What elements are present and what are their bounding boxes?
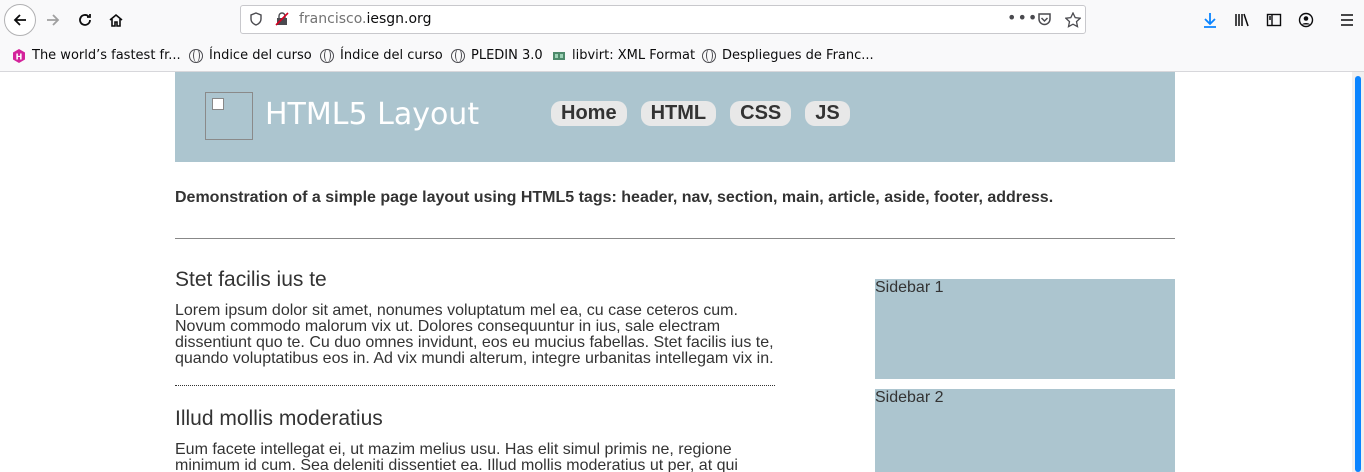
sidebar-1: Sidebar 1 [875,279,1175,379]
menu-icon [1341,14,1353,26]
main-nav: Home HTML CSS JS [551,101,850,126]
sidebar-label: Sidebar 1 [875,279,944,296]
reload-icon [79,14,91,26]
article-divider [175,385,775,386]
hexagon-icon: H [12,48,26,63]
bookmarks-toolbar: H The world’s fastest fr... Índice del c… [0,40,1364,72]
forward-arrow-icon [47,14,60,26]
reload-button[interactable] [70,5,100,35]
downloads-button[interactable] [1195,5,1225,35]
globe-icon [189,48,203,63]
url-bar[interactable]: francisco.iesgn.org ••• [240,5,1086,34]
download-icon [1204,13,1216,28]
bookmark-indice-2[interactable]: Índice del curso [320,48,443,63]
scrollbar-thumb[interactable] [1355,76,1361,472]
article-line: Lorem ipsum dolor sit amet, nonumes volu… [175,302,738,319]
sidebar-icon [1266,13,1282,27]
home-button[interactable] [101,5,131,35]
libvirt-icon [552,49,566,63]
back-arrow-icon [13,14,26,26]
account-icon [1298,12,1314,28]
article-line: Eum facete intellegat ei, ut mazim meliu… [175,441,732,458]
bookmark-label: Despliegues de Franc... [722,48,874,63]
bookmark-label: Índice del curso [209,48,312,63]
article-body: Lorem ipsum dolor sit amet, nonumes volu… [175,303,785,367]
nav-js[interactable]: JS [805,101,850,126]
section-divider [175,238,1175,239]
back-button[interactable] [4,4,36,36]
sidebar-label: Sidebar 2 [875,389,944,406]
sidebar-button[interactable] [1259,5,1289,35]
sidebar-2: Sidebar 2 [875,389,1175,472]
bookmark-label: libvirt: XML Format [572,48,696,63]
page-scrollbar[interactable] [1352,72,1364,472]
browser-toolbar: francisco.iesgn.org ••• [0,0,1364,40]
library-icon [1235,13,1249,27]
site-title: HTML5 Layout [265,97,480,132]
bookmark-label: PLEDIN 3.0 [471,48,543,63]
home-icon [109,13,123,27]
globe-icon [702,48,716,63]
article-line: Novum commodo malorum vix ut. Dolores co… [175,318,721,335]
more-icon[interactable]: ••• [1007,8,1038,27]
bookmark-pledin[interactable]: PLEDIN 3.0 [451,48,543,63]
page-viewport: HTML5 Layout Home HTML CSS JS Demonstrat… [0,72,1352,472]
article-line: quando voluptatibus eos in. Ad vix mundi… [175,350,774,367]
article-title: Stet facilis ius te [175,268,327,291]
article-body: Eum facete intellegat ei, ut mazim meliu… [175,442,785,472]
broken-image-icon [212,98,224,110]
bookmark-fastest[interactable]: H The world’s fastest fr... [12,48,181,63]
intro-text: Demonstration of a simple page layout us… [175,189,1054,206]
bookmark-despliegues[interactable]: Despliegues de Franc... [702,48,874,63]
account-button[interactable] [1291,5,1321,35]
bookmark-indice-1[interactable]: Índice del curso [189,48,312,63]
site-header: HTML5 Layout Home HTML CSS JS [175,72,1175,162]
forward-button[interactable] [38,5,68,35]
nav-home[interactable]: Home [551,101,627,126]
article-line: dissentiunt quo te. Cu duo omnes invidun… [175,334,774,351]
menu-button[interactable] [1332,5,1362,35]
logo-image [205,92,253,140]
pocket-icon[interactable] [1037,12,1052,31]
article-line: minimum id cum. Sea deleniti dissentiet … [175,457,738,472]
globe-icon [451,48,465,63]
bookmark-label: The world’s fastest fr... [32,48,181,63]
bookmark-libvirt[interactable]: libvirt: XML Format [552,48,695,63]
bookmark-label: Índice del curso [340,48,443,63]
nav-css[interactable]: CSS [730,101,792,126]
url-text[interactable]: francisco.iesgn.org [299,11,431,27]
library-button[interactable] [1227,5,1257,35]
shield-icon[interactable] [249,12,263,30]
article-title: Illud mollis moderatius [175,407,383,430]
insecure-lock-icon[interactable] [275,12,289,30]
star-icon[interactable] [1064,11,1082,32]
svg-text:H: H [16,52,23,61]
nav-html[interactable]: HTML [640,101,717,126]
globe-icon [320,48,334,63]
